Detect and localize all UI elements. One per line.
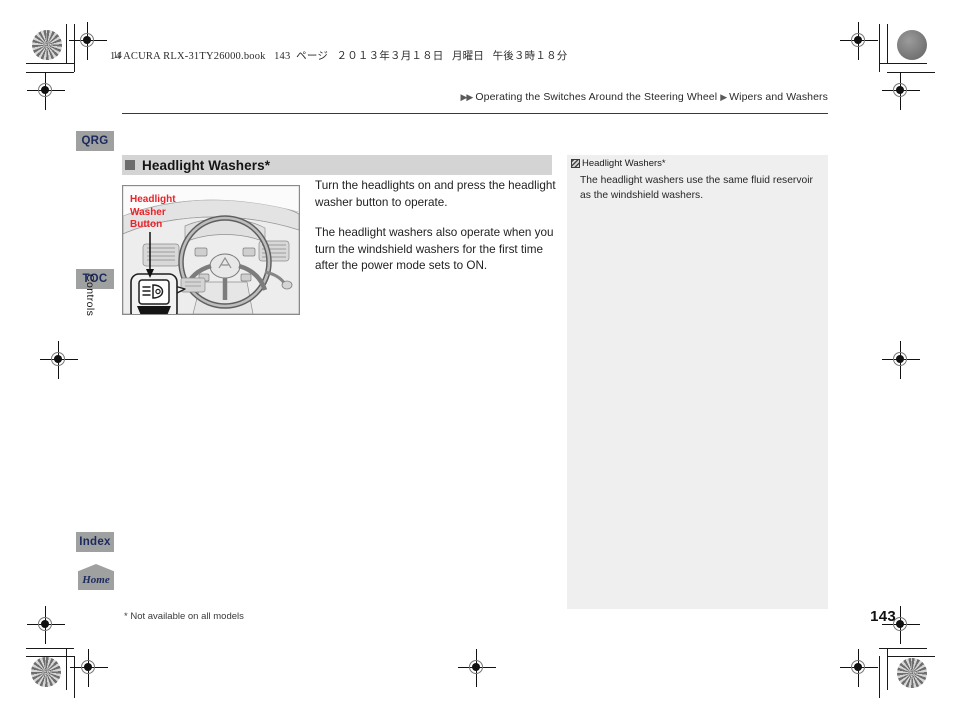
crop-mark [887, 72, 935, 73]
registration-target-top-left-lower [27, 72, 65, 110]
halftone-target-bottom-right [897, 658, 927, 688]
breadcrumb: ▶▶ Operating the Switches Around the Ste… [461, 91, 829, 103]
crop-mark [879, 648, 927, 649]
figure-callout-line-2: Washer [130, 206, 166, 218]
home-button-label: Home [82, 573, 110, 586]
body-text-column: Turn the headlights on and press the hea… [315, 178, 560, 289]
home-button[interactable]: Home [78, 564, 114, 590]
crop-mark [26, 656, 74, 657]
crop-mark [879, 63, 927, 64]
registration-target-bottom-left [27, 606, 65, 644]
registration-target-left-mid [40, 341, 78, 379]
registration-target-top-left [69, 22, 107, 60]
sidebar-section-label: Controls [84, 274, 96, 317]
crop-mark [26, 648, 74, 649]
filled-square-icon [125, 160, 135, 170]
crop-mark [879, 24, 880, 72]
print-date: ２０１３年３月１８日 [336, 50, 444, 62]
sidebar-tab-qrg-label: QRG [81, 135, 109, 147]
crop-mark [66, 648, 67, 690]
footnote: * Not available on all models [124, 611, 244, 622]
registration-target-right-mid [882, 341, 920, 379]
body-paragraph: Turn the headlights on and press the hea… [315, 179, 556, 209]
print-book-name: 14 ACURA RLX-31TY26000.book [110, 51, 266, 62]
breadcrumb-double-arrow-icon: ▶▶ [460, 92, 474, 102]
print-time: 午後３時１８分 [492, 50, 568, 62]
crop-mark [26, 63, 74, 64]
breadcrumb-single-arrow-icon: ▶ [720, 92, 727, 102]
print-page-unit: ページ [296, 50, 329, 62]
side-note-panel: Headlight Washers* The headlight washers… [567, 155, 828, 609]
crop-mark [887, 656, 935, 657]
registration-target-bottom-mid [458, 649, 496, 687]
halftone-target-top-right [897, 30, 927, 60]
page-title: Headlight Washers* [142, 157, 271, 173]
figure-callout-line-3: Button [130, 219, 163, 230]
note-checker-glyph-icon [571, 159, 580, 168]
breadcrumb-level-1[interactable]: Operating the Switches Around the Steeri… [475, 91, 717, 103]
print-page-marker: 143 [274, 51, 291, 62]
sidebar-tab-qrg[interactable]: QRG [76, 131, 114, 151]
section-title-bar: Headlight Washers* [122, 155, 552, 175]
breadcrumb-divider [122, 113, 828, 114]
halftone-target-top-left [32, 30, 62, 60]
figure-headlight-washer-button: Headlight Washer Button [122, 185, 300, 315]
crop-mark [887, 24, 888, 64]
crop-mark [66, 24, 67, 64]
crop-mark [26, 72, 74, 73]
registration-target-top-right-lower [882, 72, 920, 110]
sidebar-tab-index-label: Index [79, 536, 111, 548]
manual-page: 14 14 ACURA RLX-31TY26000.book 143 ページ ２… [0, 0, 954, 718]
registration-target-top-right [840, 22, 878, 60]
registration-target-bottom-right [840, 649, 878, 687]
page-number: 143 [870, 608, 896, 625]
sidebar-tab-index[interactable]: Index [76, 532, 114, 552]
crop-mark [879, 656, 880, 698]
side-note-text: The headlight washers use the same fluid… [580, 175, 813, 201]
figure-callout-line-1: Headlight [130, 194, 176, 205]
body-paragraph: The headlight washers also operate when … [315, 226, 554, 273]
figure-callout-label: Headlight Washer Button [130, 194, 176, 232]
registration-target-bottom-left-inner [70, 649, 108, 687]
crop-mark [74, 656, 75, 698]
print-header: 14 ACURA RLX-31TY26000.book 143 ページ ２０１３… [110, 48, 567, 63]
breadcrumb-level-2[interactable]: Wipers and Washers [729, 91, 828, 103]
halftone-target-bottom-left [31, 657, 61, 687]
side-note-heading: Headlight Washers* [571, 158, 666, 169]
print-weekday: 月曜日 [451, 50, 485, 62]
side-note-heading-label: Headlight Washers* [582, 158, 666, 169]
crop-mark [887, 648, 888, 690]
